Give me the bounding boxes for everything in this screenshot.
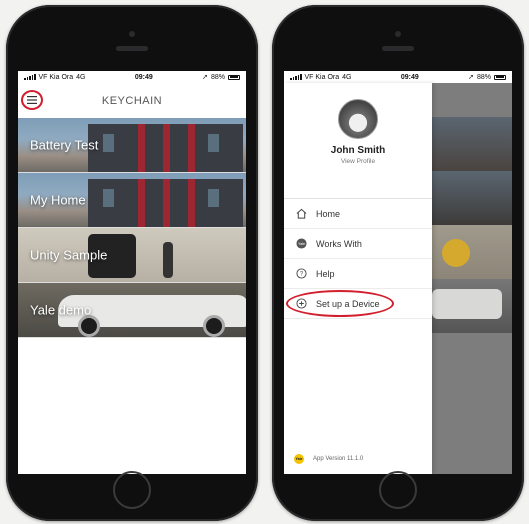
carrier-label: VF Kia Ora <box>304 73 340 81</box>
yale-icon: Yale <box>294 237 308 251</box>
dimmed-keychain-background[interactable] <box>432 83 512 474</box>
tile-label: Battery Test <box>30 137 99 153</box>
front-camera <box>129 31 135 37</box>
side-drawer: John Smith View Profile Home Yale Works … <box>284 83 432 474</box>
battery-percent: 88% <box>476 73 491 81</box>
tile-label: Unity Sample <box>30 247 108 263</box>
menu-item-home[interactable]: Home <box>284 199 432 229</box>
home-hardware-button[interactable] <box>113 471 151 509</box>
tile-label: My Home <box>30 192 86 208</box>
menu-item-label: Set up a Device <box>316 298 380 309</box>
home-hardware-button[interactable] <box>379 471 417 509</box>
keychain-screen: VF Kia Ora 4G 09:49 ➚ 88% KEYCHAIN Batte… <box>18 71 246 474</box>
keychain-tile-my-home[interactable]: My Home <box>18 173 246 228</box>
phone-left: VF Kia Ora 4G 09:49 ➚ 88% KEYCHAIN Batte… <box>6 5 258 521</box>
svg-text:Yale: Yale <box>297 242 304 246</box>
battery-icon <box>227 74 240 80</box>
keychain-tile-battery-test[interactable]: Battery Test <box>18 118 246 173</box>
earpiece-speaker <box>382 46 414 51</box>
view-profile-link[interactable]: View Profile <box>341 158 375 165</box>
status-bar: VF Kia Ora 4G 09:49 ➚ 88% <box>284 71 512 83</box>
menu-item-label: Home <box>316 208 341 219</box>
status-bar: VF Kia Ora 4G 09:49 ➚ 88% <box>18 71 246 83</box>
clock: 09:49 <box>400 73 419 81</box>
network-label: 4G <box>76 73 86 81</box>
home-icon <box>294 207 308 221</box>
carrier-label: VF Kia Ora <box>38 73 74 81</box>
profile-name: John Smith <box>330 145 386 156</box>
phone-right: VF Kia Ora 4G 09:49 ➚ 88% John Smith Vie… <box>272 5 524 521</box>
app-header: KEYCHAIN <box>18 83 246 118</box>
keychain-tile-unity-sample[interactable]: Unity Sample <box>18 228 246 283</box>
help-icon: ? <box>294 267 308 281</box>
battery-percent: 88% <box>210 73 225 81</box>
location-icon: ➚ <box>202 74 208 81</box>
network-label: 4G <box>342 73 352 81</box>
menu-item-help[interactable]: ? Help <box>284 259 432 289</box>
yale-logo-icon: Yale <box>294 454 304 464</box>
avatar[interactable] <box>338 99 378 139</box>
svg-text:?: ? <box>299 272 303 278</box>
earpiece-speaker <box>116 46 148 51</box>
profile-section[interactable]: John Smith View Profile <box>284 83 432 199</box>
signal-icon <box>24 74 36 80</box>
app-footer: Yale App Version 11.1.0 <box>294 454 363 464</box>
menu-item-label: Help <box>316 268 335 279</box>
add-circle-icon <box>294 297 308 311</box>
signal-icon <box>290 74 302 80</box>
clock: 09:49 <box>134 73 153 81</box>
page-title: KEYCHAIN <box>101 94 163 107</box>
location-icon: ➚ <box>468 74 474 81</box>
menu-item-set-up-device[interactable]: Set up a Device <box>284 289 432 319</box>
menu-drawer-screen: VF Kia Ora 4G 09:49 ➚ 88% John Smith Vie… <box>284 71 512 474</box>
app-version: App Version 11.1.0 <box>313 456 364 462</box>
front-camera <box>395 31 401 37</box>
menu-item-works-with[interactable]: Yale Works With <box>284 229 432 259</box>
battery-icon <box>493 74 506 80</box>
hamburger-icon <box>27 96 37 104</box>
menu-button[interactable] <box>22 90 42 110</box>
tile-label: Yale demo <box>30 302 92 318</box>
menu-item-label: Works With <box>316 238 362 249</box>
keychain-tile-yale-demo[interactable]: Yale demo <box>18 283 246 338</box>
